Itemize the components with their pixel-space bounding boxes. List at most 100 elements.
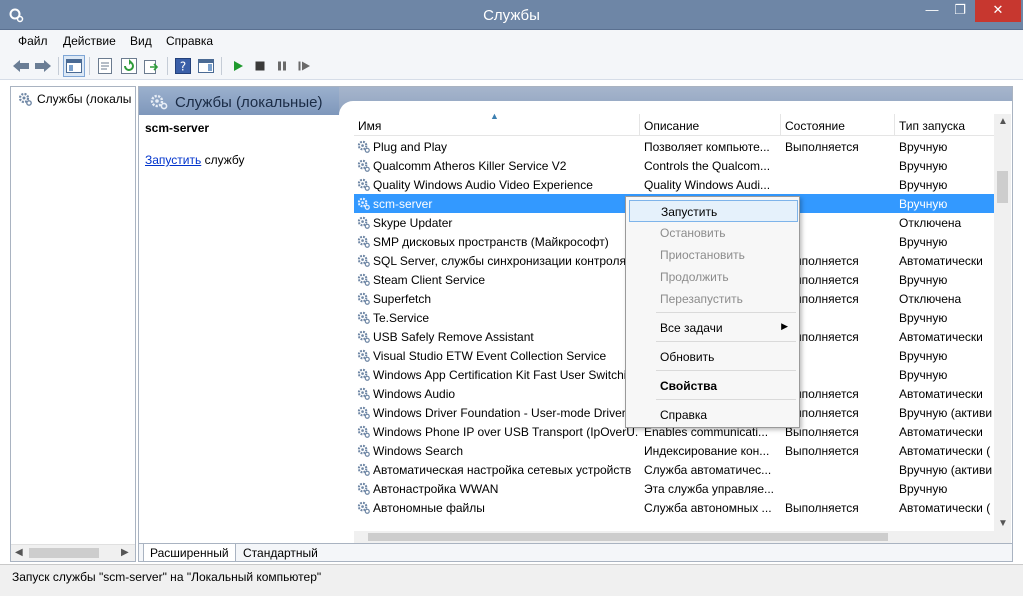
service-startup-type: Вручную bbox=[899, 273, 948, 287]
service-description: Служба автоматичес... bbox=[644, 463, 772, 477]
column-header-description[interactable]: Описание bbox=[640, 114, 781, 136]
menu-item-refresh[interactable]: Обновить bbox=[629, 346, 798, 368]
menu-item-pause[interactable]: Приостановить bbox=[629, 244, 798, 266]
service-row[interactable]: Plug and Play Позволяет компьюте... Выполн… bbox=[354, 137, 994, 156]
scroll-thumb[interactable] bbox=[29, 548, 99, 558]
list-vertical-scrollbar[interactable]: ▲ ▼ bbox=[994, 114, 1011, 531]
scroll-right-icon[interactable]: ▶ bbox=[121, 547, 129, 558]
menu-separator bbox=[656, 312, 796, 313]
service-startup-type: Вручную bbox=[899, 197, 948, 211]
service-row[interactable]: Quality Windows Audio Video Experience Qu… bbox=[354, 175, 994, 194]
stop-service-button[interactable] bbox=[249, 55, 271, 77]
service-state: Выполняется bbox=[785, 254, 859, 268]
tree-item-services-local[interactable]: Службы (локалы bbox=[17, 91, 135, 107]
service-name: SQL Server, службы синхронизации контрол… bbox=[373, 254, 626, 268]
start-service-button[interactable] bbox=[227, 55, 249, 77]
scroll-down-icon[interactable]: ▼ bbox=[998, 518, 1008, 529]
service-name: Windows Search bbox=[373, 444, 464, 458]
service-gear-icon bbox=[357, 178, 370, 191]
menu-item-help[interactable]: Справка bbox=[629, 404, 798, 426]
back-button[interactable] bbox=[10, 55, 32, 77]
service-name: Visual Studio ETW Event Collection Servi… bbox=[373, 349, 607, 363]
service-state: Выполняется bbox=[785, 444, 859, 458]
service-row[interactable]: Автоматическая настройка сетевых устройс… bbox=[354, 460, 994, 479]
service-startup-type: Автоматически ( bbox=[899, 444, 991, 458]
service-description: Эта служба управляе... bbox=[644, 482, 775, 496]
list-horizontal-scrollbar[interactable] bbox=[354, 531, 1011, 543]
scroll-up-icon[interactable]: ▲ bbox=[998, 116, 1008, 127]
menu-item-stop[interactable]: Остановить bbox=[629, 222, 798, 244]
service-gear-icon bbox=[357, 140, 370, 153]
service-row[interactable]: Автономные файлы Служба автономных ... Вып… bbox=[354, 498, 994, 517]
service-gear-icon bbox=[357, 292, 370, 305]
service-row[interactable]: Windows Search Индексирование кон... Выпол… bbox=[354, 441, 994, 460]
menu-item-properties[interactable]: Свойства bbox=[629, 375, 798, 397]
service-context-menu: Запустить Остановить Приостановить Продо… bbox=[625, 196, 800, 428]
service-name: SMP дисковых пространств (Майкрософт) bbox=[373, 235, 609, 249]
restart-service-button[interactable] bbox=[293, 55, 315, 77]
action-pane-button[interactable] bbox=[195, 55, 217, 77]
services-pane: Службы (локальные) scm-server Запустить … bbox=[138, 86, 1013, 562]
services-gear-icon bbox=[150, 94, 168, 110]
service-gear-icon bbox=[357, 482, 370, 495]
menu-item-start[interactable]: Запустить bbox=[629, 200, 798, 222]
service-gear-icon bbox=[357, 387, 370, 400]
menu-action[interactable]: Действие bbox=[63, 34, 116, 48]
minimize-button[interactable]: — bbox=[918, 0, 946, 22]
menu-file[interactable]: Файл bbox=[18, 34, 48, 48]
service-startup-type: Вручную bbox=[899, 178, 948, 192]
properties-toolbar-button[interactable] bbox=[94, 55, 116, 77]
tree-horizontal-scrollbar[interactable]: ◀ ▶ bbox=[11, 544, 135, 561]
service-gear-icon bbox=[357, 254, 370, 267]
refresh-toolbar-button[interactable] bbox=[118, 55, 140, 77]
close-button[interactable]: ✕ bbox=[975, 0, 1021, 22]
forward-button[interactable] bbox=[32, 55, 54, 77]
service-row[interactable]: Автонастройка WWAN Эта служба управляе...… bbox=[354, 479, 994, 498]
service-name: Автономные файлы bbox=[373, 501, 485, 515]
service-gear-icon bbox=[357, 311, 370, 324]
service-name: Quality Windows Audio Video Experience bbox=[373, 178, 593, 192]
menu-separator bbox=[656, 399, 796, 400]
column-header-state[interactable]: Состояние bbox=[781, 114, 895, 136]
services-pane-header: Службы (локальные) bbox=[139, 87, 1012, 115]
service-row[interactable]: Qualcomm Atheros Killer Service V2 Contro… bbox=[354, 156, 994, 175]
service-name: USB Safely Remove Assistant bbox=[373, 330, 534, 344]
service-state: Выполняется bbox=[785, 330, 859, 344]
service-startup-type: Вручную bbox=[899, 311, 948, 325]
selected-service-name: scm-server bbox=[145, 121, 210, 135]
service-gear-icon bbox=[357, 406, 370, 419]
maximize-button[interactable]: ❐ bbox=[946, 0, 974, 22]
sort-ascending-icon: ▲ bbox=[490, 111, 499, 121]
console-tree-pane: Службы (локалы ◀ ▶ bbox=[10, 86, 136, 562]
help-toolbar-button[interactable]: ? bbox=[172, 55, 194, 77]
status-bar: Запуск службы "scm-server" на "Локальный… bbox=[0, 564, 1023, 596]
menu-separator bbox=[656, 341, 796, 342]
menu-item-restart[interactable]: Перезапустить bbox=[629, 288, 798, 310]
console-tree-button[interactable] bbox=[63, 55, 85, 77]
service-startup-type: Вручную bbox=[899, 482, 948, 496]
console-tree-icon bbox=[66, 59, 82, 73]
tab-extended[interactable]: Расширенный bbox=[143, 544, 236, 562]
service-gear-icon bbox=[357, 444, 370, 457]
column-header-startup[interactable]: Тип запуска bbox=[895, 114, 994, 136]
menu-item-all-tasks[interactable]: Все задачи ▶ bbox=[629, 317, 798, 339]
service-startup-type: Вручную bbox=[899, 235, 948, 249]
pane-title: Службы (локальные) bbox=[175, 94, 323, 111]
submenu-arrow-icon: ▶ bbox=[781, 321, 788, 331]
export-list-button[interactable] bbox=[141, 55, 163, 77]
scroll-left-icon[interactable]: ◀ bbox=[15, 547, 23, 558]
start-service-link[interactable]: Запустить bbox=[145, 153, 201, 167]
toolbar-separator bbox=[58, 57, 59, 75]
menu-view[interactable]: Вид bbox=[130, 34, 152, 48]
service-gear-icon bbox=[357, 216, 370, 229]
menu-item-all-tasks-label: Все задачи bbox=[660, 321, 723, 335]
menu-help[interactable]: Справка bbox=[166, 34, 213, 48]
tree-item-label: Службы (локалы bbox=[37, 92, 132, 106]
service-gear-icon bbox=[357, 197, 370, 210]
menu-item-resume[interactable]: Продолжить bbox=[629, 266, 798, 288]
service-name: Windows Audio bbox=[373, 387, 456, 401]
scroll-thumb[interactable] bbox=[368, 533, 888, 541]
scroll-thumb[interactable] bbox=[997, 171, 1008, 203]
tab-standard[interactable]: Стандартный bbox=[237, 544, 324, 562]
pause-service-button[interactable] bbox=[271, 55, 293, 77]
